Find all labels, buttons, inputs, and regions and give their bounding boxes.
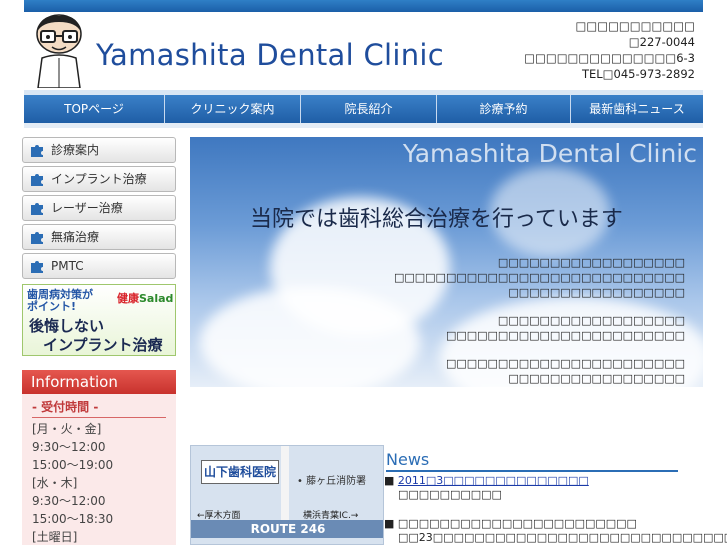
contact-line: □□□□□□□□□□□ [575,19,695,33]
nav-news[interactable]: 最新歯科ニュース [571,95,703,123]
hero-text-line: □□□□□□□□□□□□□□□□□□□□□□□□□□□□ [393,271,685,284]
map-fire-station-label: • 藤ヶ丘消防署 [297,476,367,487]
hours-row: 9:30〜12:00 [32,494,106,508]
nav-director[interactable]: 院長紹介 [301,95,437,123]
dentist-mascot-icon [36,14,82,88]
hero-text-line: □□□□□□□□□□□□□□□□□□ [497,256,685,269]
map-side-road [281,446,289,520]
hours-row: [土曜日] [32,530,78,544]
clinic-logo-text[interactable]: Yamashita Dental Clinic [96,38,444,72]
page: Yamashita Dental Clinic □□□□□□□□□□□ □227… [0,0,727,545]
info-panel: - 受付時間 - [月・火・金] 9:30〜12:00 15:00〜19:00 … [22,394,176,545]
salad-logo-word: Salad [139,292,174,305]
hero-text-line: □□□□□□□□□□□□□□□□□ [508,372,685,385]
news-item-sub: □□23□□□□□□□□□□□□□□□□□□□□□□□□□□□□□□□□□□□ [398,531,727,544]
implant-banner[interactable]: 歯周病対策が ポイント! 健康Salad 後悔しない インプラント治療 [22,284,176,356]
news-link[interactable]: 2011□3□□□□□□□□□□□□□□ [398,474,589,487]
bullet-square-icon: ■ [384,474,395,487]
nav-reservation[interactable]: 診療予約 [437,95,571,123]
sidebar-item-treatment[interactable]: 診療案内 [22,137,176,163]
hours-row: 15:00〜19:00 [32,458,114,472]
news-heading: News [386,450,678,472]
puzzle-icon [31,145,43,157]
hero-text-line: □□□□□□□□□□□□□□□□□ [508,286,685,299]
info-heading: Information [22,370,176,394]
news-item-text: □□□□□□□□□□□□□□□□□□□□□□□ [397,517,637,530]
hero-brand-text: Yamashita Dental Clinic [402,139,697,168]
sidebar-item-label: インプラント治療 [51,172,147,186]
contact-postal: □227-0044 [628,35,695,49]
contact-address: □□□□□□□□□□□□□□6-3 [524,51,695,65]
hero-text-line: □□□□□□□□□□□□□□□□□□□□□□□ [445,357,685,370]
news-item: ■ 2011□3□□□□□□□□□□□□□□ □□□□□□□□□□ [384,474,589,502]
reception-hours-title: - 受付時間 - [32,398,166,418]
sidebar-item-label: 診療案内 [51,143,100,157]
nav-clinic[interactable]: クリニック案内 [165,95,301,123]
hero-paragraph: □□□□□□□□□□□□□□□□□□□□□□□ □□□□□□□□□□□□□□□□… [446,356,685,386]
banner-caption-line: ポイント! [27,300,77,313]
map-fire-station-text: 藤ヶ丘消防署 [306,476,367,487]
hero-paragraph: □□□□□□□□□□□□□□□□□□ □□□□□□□□□□□□□□□□□□□□□… [394,255,685,300]
hero-banner: Yamashita Dental Clinic 当院では歯科総合治療を行っていま… [190,137,703,387]
sidebar-item-label: PMTC [51,259,84,273]
puzzle-icon [31,232,43,244]
banner-headline-line: 後悔しない [29,317,105,335]
hero-paragraph: □□□□□□□□□□□□□□□□□□ □□□□□□□□□□□□□□□□□□□□□… [446,313,685,343]
hours-row: [月・火・金] [32,422,102,436]
hero-text-line: □□□□□□□□□□□□□□□□□□□□□□□ [445,329,685,342]
puzzle-icon [31,261,43,273]
top-band [24,0,703,12]
salad-logo-prefix: 健康 [117,292,139,305]
banner-headline-line: インプラント治療 [43,336,163,354]
salad-logo: 健康Salad [117,290,173,306]
sidebar-item-laser[interactable]: レーザー治療 [22,195,176,221]
hours-row: 15:00〜18:30 [32,512,114,526]
banner-caption: 歯周病対策が ポイント! [27,289,93,313]
main-nav: TOPページ クリニック案内 院長紹介 診療予約 最新歯科ニュース [24,95,703,123]
bullet-square-icon: ■ [384,517,395,530]
hero-text-line: □□□□□□□□□□□□□□□□□□ [497,314,685,327]
hours-row: [水・木] [32,476,78,490]
sidebar-item-label: レーザー治療 [51,201,123,215]
cloud-shape [200,287,420,387]
sidebar-item-pmtc[interactable]: PMTC [22,253,176,279]
hero-title: 当院では歯科総合治療を行っています [250,207,623,232]
nav-top[interactable]: TOPページ [24,95,165,123]
sidebar-item-label: 無痛治療 [51,230,100,244]
nav-bottom-border [24,123,703,128]
header: Yamashita Dental Clinic □□□□□□□□□□□ □227… [24,12,703,90]
map-route-label: ROUTE 246 [191,520,383,538]
banner-headline: 後悔しない インプラント治療 [29,317,163,355]
contact-info: □□□□□□□□□□□ □227-0044 □□□□□□□□□□□□□□6-3 … [524,18,695,82]
news-item: ■ □□□□□□□□□□□□□□□□□□□□□□□ □□23□□□□□□□□□□… [384,517,727,545]
news-item-sub: □□□□□□□□□□ [398,488,502,501]
sidebar-item-implant[interactable]: インプラント治療 [22,166,176,192]
sidebar-item-painless[interactable]: 無痛治療 [22,224,176,250]
access-map[interactable]: 山下歯科医院 • 藤ヶ丘消防署 ←厚木方面 横浜青葉IC.→ ROUTE 246 [190,445,384,545]
contact-phone: TEL□045-973-2892 [581,67,695,81]
puzzle-icon [31,174,43,186]
map-clinic-label: 山下歯科医院 [201,460,279,484]
puzzle-icon [31,203,43,215]
hours-row: 9:30〜12:00 [32,440,106,454]
